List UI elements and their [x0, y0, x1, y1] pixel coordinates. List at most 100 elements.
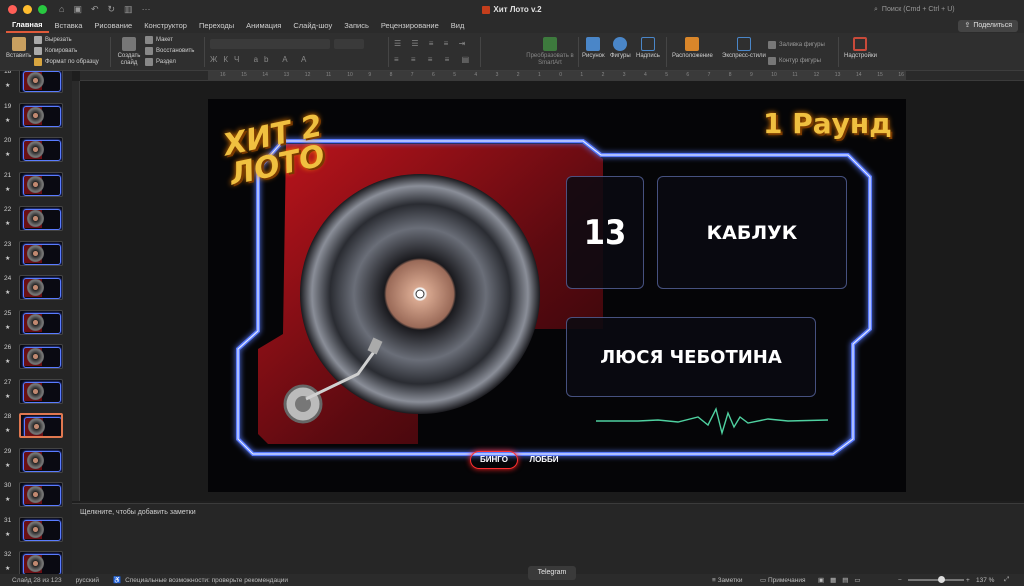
slideshow-icon[interactable]: ▥	[124, 4, 133, 15]
convert-smartart-label: Преобразовать в SmartArt	[526, 53, 574, 66]
thumbnail-image	[19, 171, 63, 197]
slide-thumbnail[interactable]: 32 ★	[0, 550, 72, 574]
ribbon-divider	[480, 37, 481, 67]
tab-animations[interactable]: Анимация	[240, 19, 287, 33]
quick-styles-label: Экспресс-стили	[722, 53, 766, 59]
zoom-slider-thumb[interactable]	[938, 576, 946, 583]
tab-record[interactable]: Запись	[338, 19, 375, 33]
font-name-select[interactable]	[210, 39, 330, 49]
tab-view[interactable]: Вид	[445, 19, 471, 33]
slide-canvas: ХИТ 2 ЛОТО 1 Раунд 13 КАБЛУК ЛЮСЯ ЧЕБОТИ…	[80, 81, 1024, 501]
section-label: Раздел	[156, 59, 176, 65]
close-window-button[interactable]	[8, 5, 17, 14]
shape-outline-button[interactable]: Контур фигуры	[768, 57, 821, 65]
ruler-label: 12	[304, 72, 311, 78]
slide-thumbnail[interactable]: 26 ★	[0, 343, 72, 378]
star-icon: ★	[5, 83, 11, 89]
slide-thumbnail[interactable]: 25 ★	[0, 309, 72, 344]
zoom-level[interactable]: 137 %	[976, 577, 994, 584]
paragraph-align-icons[interactable]: ≡ ≡ ≡ ≡ ▤	[394, 55, 474, 64]
cut-button[interactable]: Вырезать	[34, 36, 72, 44]
paste-button[interactable]: Вставить	[6, 37, 31, 59]
slide-thumbnail[interactable]: 19 ★	[0, 102, 72, 137]
picture-button[interactable]: Рисунок	[582, 37, 605, 59]
slide-number: 23	[4, 240, 12, 248]
slide-thumbnail[interactable]: 27 ★	[0, 378, 72, 413]
tab-draw[interactable]: Рисование	[88, 19, 138, 33]
textbox-button[interactable]: Надпись	[636, 37, 660, 59]
slide-thumbnail[interactable]: 31 ★	[0, 516, 72, 551]
shapes-button[interactable]: Фигуры	[610, 37, 631, 59]
addins-icon	[853, 37, 868, 51]
slide-number: 24	[4, 275, 12, 282]
lobby-button[interactable]: ЛОББИ	[526, 451, 562, 469]
share-button[interactable]: ⇪ Поделиться	[958, 20, 1018, 32]
layout-button[interactable]: Макет	[145, 36, 173, 44]
font-format-icons[interactable]: ЖКЧ ab A A	[210, 55, 312, 64]
paragraph-list-icons[interactable]: ☰ ☰ ≡ ≡ ⇥	[394, 39, 469, 48]
star-icon: ★	[5, 462, 11, 469]
tab-design[interactable]: Конструктор	[138, 19, 193, 33]
shape-fill-button[interactable]: Заливка фигуры	[768, 41, 825, 49]
notes-pane[interactable]: Щелкните, чтобы добавить заметки	[72, 503, 1024, 574]
slide-thumbnail[interactable]: 24 ★	[0, 274, 72, 309]
artist-name: ЛЮСЯ ЧЕБОТИНА	[600, 346, 782, 368]
section-button[interactable]: Раздел	[145, 58, 176, 66]
slide-thumbnails-panel[interactable]: 18 ★ 19 ★ 20 ★ 21 ★ 22 ★ 23 ★ 24 ★ 25 ★ 26 ★ 27 ★ 28 ★ 29 ★ 30 ★ 3…	[0, 71, 72, 574]
comments-toggle[interactable]: ▭ Примечания	[760, 576, 805, 584]
arrange-label: Расположение	[672, 53, 713, 59]
format-painter-button[interactable]: Формат по образцу	[34, 58, 99, 66]
addins-button[interactable]: Надстройки	[844, 37, 877, 59]
slide[interactable]: ХИТ 2 ЛОТО 1 Раунд 13 КАБЛУК ЛЮСЯ ЧЕБОТИ…	[208, 99, 906, 492]
more-icon[interactable]: ···	[142, 4, 151, 15]
maximize-window-button[interactable]	[38, 5, 47, 14]
notes-toggle[interactable]: ≡ Заметки	[712, 577, 742, 584]
redo-icon[interactable]: ↻	[108, 4, 116, 15]
zoom-out-button[interactable]: −	[898, 577, 902, 584]
tab-review[interactable]: Рецензирование	[375, 19, 445, 33]
arrange-button[interactable]: Расположение	[672, 37, 713, 59]
convert-smartart-button[interactable]: Преобразовать в SmartArt	[520, 37, 580, 67]
thumbnail-vinyl	[27, 279, 44, 296]
home-icon[interactable]: ⌂	[59, 4, 64, 15]
bingo-button[interactable]: БИНГО	[470, 451, 518, 469]
thumbnail-image	[19, 137, 63, 162]
reset-button[interactable]: Восстановить	[145, 47, 194, 55]
zoom-slider[interactable]	[908, 576, 964, 583]
view-buttons[interactable]: ▣▦▤▭	[818, 576, 867, 584]
accessibility-status[interactable]: Специальные возможности: проверьте реком…	[125, 577, 288, 584]
quick-styles-button[interactable]: Экспресс-стили	[722, 37, 766, 59]
star-icon: ★	[5, 497, 11, 503]
zoom-in-button[interactable]: +	[966, 577, 970, 584]
star-icon: ★	[5, 221, 11, 227]
arrange-icon	[685, 37, 700, 51]
copy-button[interactable]: Копировать	[34, 47, 77, 55]
slide-thumbnail[interactable]: 28 ★	[0, 412, 72, 447]
font-size-select[interactable]	[334, 39, 364, 49]
ruler-label: 12	[813, 72, 820, 78]
thumbnail-vinyl	[27, 244, 44, 262]
fit-to-window-icon[interactable]: ⤢	[1004, 576, 1009, 584]
slide-thumbnail[interactable]: 20 ★	[0, 136, 72, 171]
thumbnail-vinyl	[27, 348, 44, 365]
tab-insert[interactable]: Вставка	[49, 19, 89, 33]
thumbnail-vinyl	[27, 175, 44, 193]
undo-icon[interactable]: ↶	[91, 4, 99, 15]
thumbnail-vinyl	[27, 72, 44, 89]
new-slide-button[interactable]: Создать слайд	[116, 37, 142, 67]
thumbnail-image	[19, 482, 63, 507]
slide-thumbnail[interactable]: 21 ★	[0, 171, 72, 206]
tab-slideshow[interactable]: Слайд-шоу	[287, 19, 338, 33]
slide-thumbnail[interactable]: 22 ★	[0, 205, 72, 240]
minimize-window-button[interactable]	[23, 5, 32, 14]
slide-thumbnail[interactable]: 29 ★	[0, 447, 72, 482]
tab-transitions[interactable]: Переходы	[193, 19, 240, 33]
slide-thumbnail[interactable]: 23 ★	[0, 240, 72, 275]
language-indicator[interactable]: русский	[76, 577, 99, 584]
star-icon: ★	[5, 359, 11, 365]
slide-thumbnail[interactable]: 18 ★	[0, 71, 72, 102]
search-box[interactable]: ⌕ Поиск (Cmd + Ctrl + U)	[874, 3, 994, 16]
tab-home[interactable]: Главная	[6, 19, 49, 33]
slide-thumbnail[interactable]: 30 ★	[0, 481, 72, 516]
save-icon[interactable]: ▣	[73, 4, 82, 15]
